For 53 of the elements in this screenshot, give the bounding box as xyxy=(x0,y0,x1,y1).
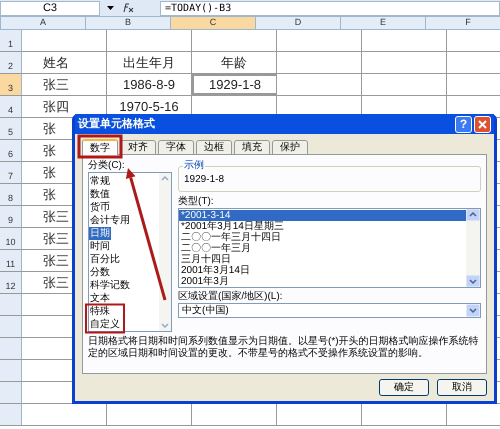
locale-label: 区域设置(国家/地区)(L): xyxy=(178,291,284,303)
category-list[interactable]: 常规 数值 货币 会计专用 日期 时间 百分比 分数 科学记数 文本 特殊 自定义 xyxy=(88,172,172,332)
row-header[interactable]: 1 xyxy=(0,30,22,51)
tab[interactable]: 字体 xyxy=(158,140,194,154)
active-cell[interactable]: 1929-1-8 xyxy=(192,74,277,95)
list-item[interactable]: 文本 xyxy=(89,292,111,305)
formula-field[interactable]: =TODAY()-B3 xyxy=(160,0,500,16)
list-item[interactable]: *2001年3月14日星期三 xyxy=(179,221,466,232)
list-item[interactable]: 2001年3月 xyxy=(179,276,466,287)
ok-button[interactable]: 确定 xyxy=(379,379,429,396)
row-header[interactable]: 2 xyxy=(0,52,22,73)
sample-value: 1929-1-8 xyxy=(184,174,224,184)
row-header[interactable]: 3 xyxy=(0,74,22,95)
tab[interactable]: 边框 xyxy=(196,140,232,154)
tab[interactable]: 保护 xyxy=(272,140,308,154)
type-label: 类型(T): xyxy=(178,196,215,208)
row-header[interactable]: 12 xyxy=(0,272,22,293)
group-label: 示例 xyxy=(183,160,205,171)
table-cell[interactable]: 年龄 xyxy=(192,52,277,73)
cancel-button[interactable]: 取消 xyxy=(437,379,487,396)
table-cell[interactable]: 张三 xyxy=(22,74,107,95)
row-header[interactable]: 4 xyxy=(0,96,22,117)
row-header[interactable]: 5 xyxy=(0,118,22,139)
column-header[interactable]: F xyxy=(426,17,500,29)
row-header[interactable]: 6 xyxy=(0,140,22,161)
name-box[interactable]: C3 xyxy=(0,0,100,16)
row-header[interactable]: 8 xyxy=(0,184,22,205)
column-header[interactable]: E xyxy=(341,17,426,29)
tab[interactable]: 对齐 xyxy=(120,140,156,154)
list-item[interactable]: 自定义 xyxy=(89,318,121,331)
locale-dropdown[interactable]: 中文(中国) xyxy=(178,303,481,318)
column-header[interactable]: A xyxy=(1,17,86,29)
column-header[interactable]: C xyxy=(171,17,256,29)
list-item[interactable]: 日期 xyxy=(89,227,111,240)
table-cell[interactable]: 姓名 xyxy=(22,52,107,73)
row-header[interactable]: 7 xyxy=(0,162,22,183)
list-item[interactable]: 二〇〇一年三月 xyxy=(179,243,466,254)
row-header[interactable]: 9 xyxy=(0,206,22,227)
list-item[interactable]: *2001-3-14 xyxy=(179,210,466,221)
list-item[interactable]: 特殊 xyxy=(89,305,111,318)
description-text: 日期格式将日期和时间系列数值显示为日期值。以星号(*)开头的日期格式响应操作系统特定的区域日期和时间设置的更改。不带星号的格式不受操作系统设置的影响。 xyxy=(88,336,480,360)
tab[interactable]: 填充 xyxy=(234,140,270,154)
row-header[interactable]: 10 xyxy=(0,228,22,249)
table-cell[interactable]: 1986-8-9 xyxy=(107,74,192,95)
column-header[interactable]: D xyxy=(256,17,341,29)
list-item[interactable]: 三月十四日 xyxy=(179,254,466,265)
row-header[interactable]: 11 xyxy=(0,250,22,271)
tab[interactable]: 数字 xyxy=(82,139,118,155)
list-item[interactable]: 2001年3月14日 xyxy=(179,265,466,276)
list-item[interactable]: 二〇〇一年三月十四日 xyxy=(179,232,466,243)
type-list[interactable]: *2001-3-14 *2001年3月14日星期三 二〇〇一年三月十四日 二〇〇一年三月 三月十四日 2001年3月14日 2001年3月 xyxy=(178,208,481,288)
table-cell[interactable]: 出生年月 xyxy=(107,52,192,73)
help-button[interactable]: ? xyxy=(455,116,472,132)
